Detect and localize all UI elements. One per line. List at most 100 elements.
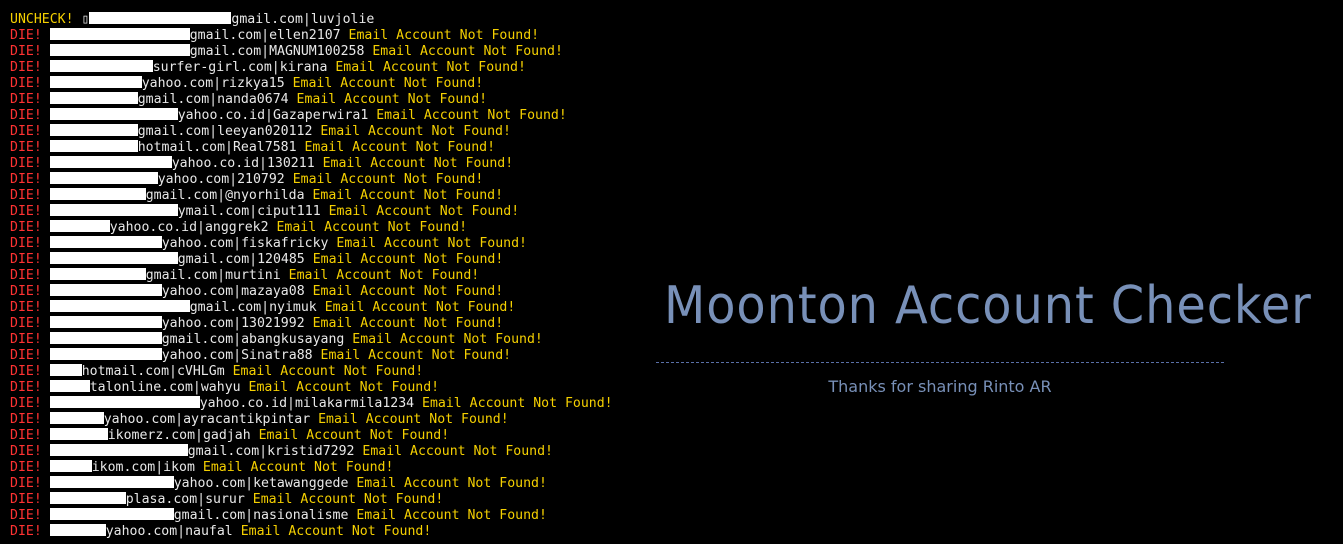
redaction-block [49, 348, 162, 360]
credential-text: yahoo.com|Sinatra88 [161, 348, 313, 363]
credential-text: yahoo.com|naufal [105, 524, 233, 539]
output-line: DIE! yahoo.co.id|anggrek2 Email Account … [10, 220, 613, 236]
redaction-block [49, 60, 153, 72]
redaction-block [49, 28, 190, 40]
result-message: Email Account Not Found! [376, 108, 567, 123]
status-label: DIE! [10, 508, 42, 523]
status-label: DIE! [10, 124, 42, 139]
credential-text: gmail.com|abangkusayang [161, 332, 345, 347]
output-line: DIE! gmail.com|ellen2107 Email Account N… [10, 28, 613, 44]
status-label: DIE! [10, 524, 42, 539]
credential-text: ikom.com|ikom [91, 460, 195, 475]
result-message: Email Account Not Found! [422, 396, 613, 411]
credential-text: gmail.com|murtini [145, 268, 281, 283]
redaction-block [49, 204, 178, 216]
result-message: Email Account Not Found! [288, 268, 480, 283]
output-line: DIE! yahoo.com|Sinatra88 Email Account N… [10, 348, 613, 364]
credential-text: ikomerz.com|gadjah [107, 428, 251, 443]
result-message: Email Account Not Found! [248, 380, 440, 395]
result-message: Email Account Not Found! [312, 284, 504, 299]
result-message: Email Account Not Found! [336, 236, 527, 251]
redaction-block [49, 140, 138, 152]
result-message: Email Account Not Found! [240, 524, 432, 539]
output-line: DIE! yahoo.com|naufal Email Account Not … [10, 524, 613, 540]
output-line: DIE! yahoo.com|13021992 Email Account No… [10, 316, 613, 332]
result-message: Email Account Not Found! [276, 220, 468, 235]
credential-text: gmail.com|@nyorhilda [145, 188, 305, 203]
status-label: DIE! [10, 428, 42, 443]
status-label: DIE! [10, 28, 42, 43]
output-line: DIE! yahoo.com|ayracantikpintar Email Ac… [10, 412, 613, 428]
output-line: DIE! hotmail.com|Real7581 Email Account … [10, 140, 613, 156]
redaction-block [49, 172, 158, 184]
status-label: DIE! [10, 172, 42, 187]
result-message: Email Account Not Found! [312, 316, 504, 331]
redaction-block [49, 460, 92, 472]
result-message: Email Account Not Found! [296, 92, 488, 107]
output-line: DIE! gmail.com|leeyan020112 Email Accoun… [10, 124, 613, 140]
result-message: Email Account Not Found! [232, 364, 424, 379]
status-label: DIE! [10, 396, 42, 411]
status-label: DIE! [10, 348, 42, 363]
redaction-block [49, 108, 178, 120]
credential-text: talonline.com|wahyu [89, 380, 241, 395]
credential-text: plasa.com|surur [125, 492, 245, 507]
status-label: DIE! [10, 476, 42, 491]
result-message: Email Account Not Found! [322, 156, 514, 171]
output-line: DIE! yahoo.com|ketawanggede Email Accoun… [10, 476, 613, 492]
status-label: DIE! [10, 492, 42, 507]
credential-text: yahoo.com|fiskafricky [161, 236, 329, 251]
credential-text: gmail.com|MAGNUM100258 [189, 44, 365, 59]
status-label: DIE! [10, 60, 42, 75]
status-label: DIE! [10, 140, 42, 155]
redaction-block [49, 284, 162, 296]
line-prefix: ▯ [73, 12, 90, 27]
redaction-block [49, 380, 90, 392]
result-message: Email Account Not Found! [356, 476, 547, 491]
output-line: DIE! yahoo.co.id|Gazaperwira1 Email Acco… [10, 108, 613, 124]
credential-text: gmail.com|kristid7292 [187, 444, 355, 459]
output-line: DIE! gmail.com|abangkusayang Email Accou… [10, 332, 613, 348]
credential-text: yahoo.com|210792 [157, 172, 285, 187]
output-line: DIE! ikom.com|ikom Email Account Not Fou… [10, 460, 613, 476]
credential-text: gmail.com|nyimuk [189, 300, 317, 315]
credential-text: gmail.com|120485 [177, 252, 305, 267]
redaction-block [49, 316, 162, 328]
status-label: DIE! [10, 188, 42, 203]
output-line: DIE! ymail.com|ciput111 Email Account No… [10, 204, 613, 220]
redaction-block [49, 508, 174, 520]
credential-text: gmail.com|ellen2107 [189, 28, 341, 43]
result-message: Email Account Not Found! [312, 252, 504, 267]
status-label: DIE! [10, 252, 42, 267]
status-label: DIE! [10, 156, 42, 171]
credential-text: yahoo.com|ketawanggede [173, 476, 349, 491]
credential-text: yahoo.co.id|Gazaperwira1 [177, 108, 369, 123]
status-label: DIE! [10, 268, 42, 283]
redaction-block [49, 332, 162, 344]
redaction-block [49, 124, 138, 136]
credential-text: yahoo.com|rizkya15 [141, 76, 285, 91]
credential-text: yahoo.co.id|anggrek2 [109, 220, 269, 235]
output-line: DIE! gmail.com|kristid7292 Email Account… [10, 444, 613, 460]
redaction-block [49, 268, 146, 280]
result-message: Email Account Not Found! [320, 348, 512, 363]
output-line: DIE! gmail.com|nanda0674 Email Account N… [10, 92, 613, 108]
redaction-block [49, 412, 104, 424]
redaction-block [49, 252, 178, 264]
result-message: Email Account Not Found! [252, 492, 444, 507]
result-message: Email Account Not Found! [352, 332, 543, 347]
output-line: DIE! gmail.com|nasionalisme Email Accoun… [10, 508, 613, 524]
output-line: DIE! surfer-girl.com|kirana Email Accoun… [10, 60, 613, 76]
status-label: DIE! [10, 220, 42, 235]
result-message: Email Account Not Found! [292, 172, 484, 187]
output-line: UNCHECK! ▯ gmail.com|luvjolie [10, 12, 613, 28]
credential-text: yahoo.co.id|milakarmila1234 [199, 396, 415, 411]
status-label: DIE! [10, 460, 42, 475]
credential-text: yahoo.com|ayracantikpintar [103, 412, 311, 427]
result-message: Email Account Not Found! [372, 44, 563, 59]
result-message: Email Account Not Found! [292, 76, 484, 91]
output-line: DIE! yahoo.com|rizkya15 Email Account No… [10, 76, 613, 92]
status-label: DIE! [10, 332, 42, 347]
status-label: DIE! [10, 284, 42, 299]
redaction-block [49, 92, 138, 104]
